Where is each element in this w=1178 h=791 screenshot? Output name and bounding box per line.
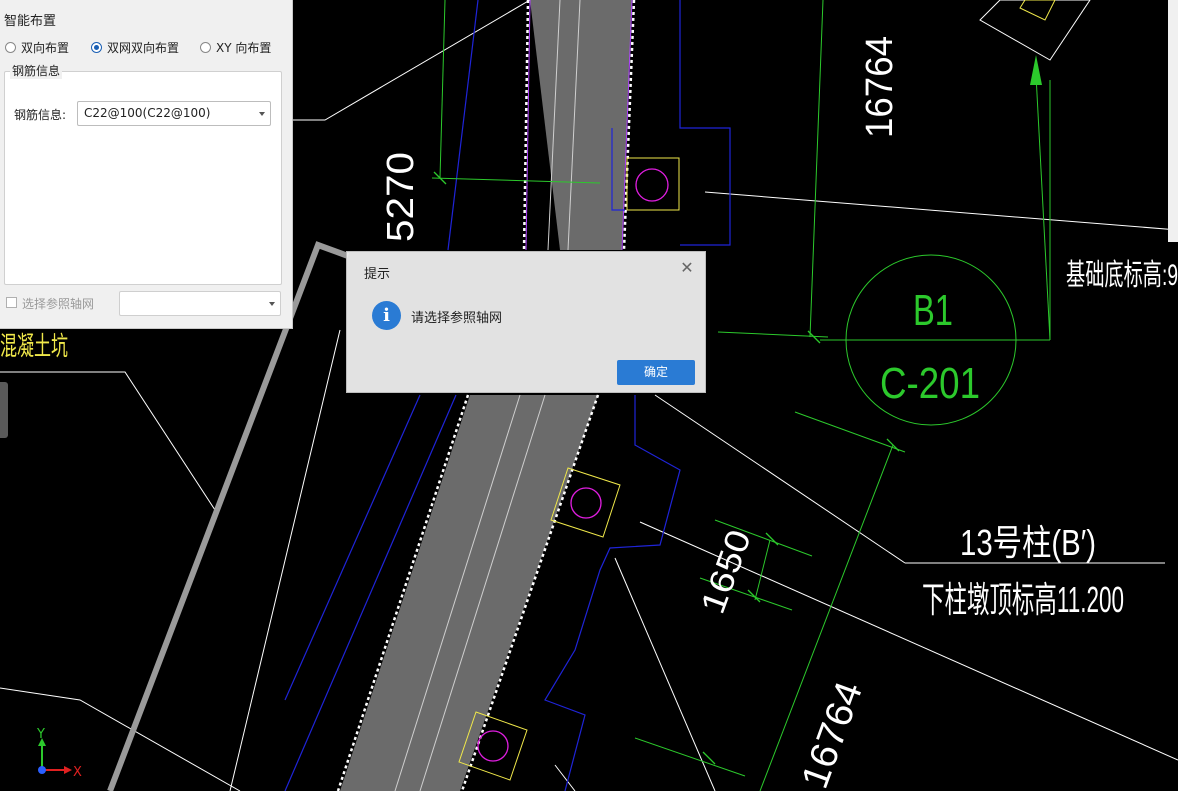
cad-line [292,0,531,121]
cad-line [0,687,241,791]
radio-label: 双向布置 [21,41,70,55]
prompt-dialog: 提示 ✕ i 请选择参照轴网 确定 [346,251,706,393]
beam-fill [530,0,632,250]
dim-16764-top: 16764 [859,36,901,138]
select-axis-checkbox[interactable] [6,297,17,308]
dim-5270: 5270 [380,152,422,242]
dim-line [754,539,771,601]
blue-line [447,0,479,251]
ok-button[interactable]: 确定 [617,360,695,385]
chevron-down-icon [269,302,275,306]
concrete-pit-text: 混凝土坑 [0,331,68,361]
radio-circle[interactable] [5,42,16,53]
rebar-info-select[interactable]: C22@100(C22@100) [77,101,271,126]
radio-xy[interactable]: XY 向布置 [200,39,271,56]
pile-circle [635,168,669,202]
dim-16764-bottom: 16764 [794,676,871,791]
ucs-axis-icon: X Y [36,727,82,780]
dim-1650: 1650 [694,525,759,619]
dim-tick [747,589,761,603]
panel-title: 智能布置 [4,14,57,29]
dim-line [809,0,824,338]
rebar-info-value: C22@100(C22@100) [84,106,211,120]
grid-label-b1: B1 [913,286,953,335]
beam-edge [522,0,530,251]
smart-layout-panel: 智能布置 双向布置 双网双向布置 XY 向布置 钢筋信息 钢筋信息: C22@1… [0,0,293,329]
radio-bidirectional[interactable]: 双向布置 [5,39,69,56]
base-elevation-text: 基础底标高:9 [1066,259,1178,292]
dialog-title: 提示 [364,267,391,282]
radio-double-net-bidirectional[interactable]: 双网双向布置 [91,39,179,56]
cad-line [0,371,216,511]
cad-line [229,329,341,791]
chevron-down-icon [259,112,265,116]
info-icon: i [372,301,401,330]
close-icon[interactable]: ✕ [677,258,697,278]
rebar-info-label: 钢筋信息: [14,108,67,122]
cad-line [654,394,906,564]
dialog-message: 请选择参照轴网 [411,311,503,326]
pile-cap [1019,0,1056,21]
dim-line [634,737,746,777]
dim-tick [886,438,900,452]
dim-tick [765,532,779,546]
blue-outline [679,0,731,246]
dim-line [1035,74,1051,341]
rebar-info-legend: 钢筋信息 [10,62,63,79]
pile-cap [979,0,1091,61]
dim-line [439,0,446,179]
axis-x-label: X [73,765,82,780]
dim-line [794,411,906,453]
pile-circle [570,487,602,519]
radio-label: 双网双向布置 [107,41,180,55]
radio-circle[interactable] [200,42,211,53]
radio-circle-selected[interactable] [91,42,102,53]
pile-cap [626,157,680,211]
grid-label-c201: C-201 [880,359,980,408]
pile-circle [477,730,509,762]
cad-line [554,764,576,791]
arrow-up-icon [1030,55,1042,85]
top-elevation-text: 下柱墩顶标高11.200 [922,579,1124,620]
cad-line [704,191,1178,231]
axis-select[interactable] [119,291,281,316]
right-toolbar [1168,0,1178,242]
collapse-panel-tab[interactable] [0,382,8,438]
select-axis-label: 选择参照轴网 [22,297,95,311]
radio-label: XY 向布置 [216,41,272,55]
axis-y-label: Y [36,727,45,742]
cap-label-text: 13号柱(B′) [960,522,1096,563]
